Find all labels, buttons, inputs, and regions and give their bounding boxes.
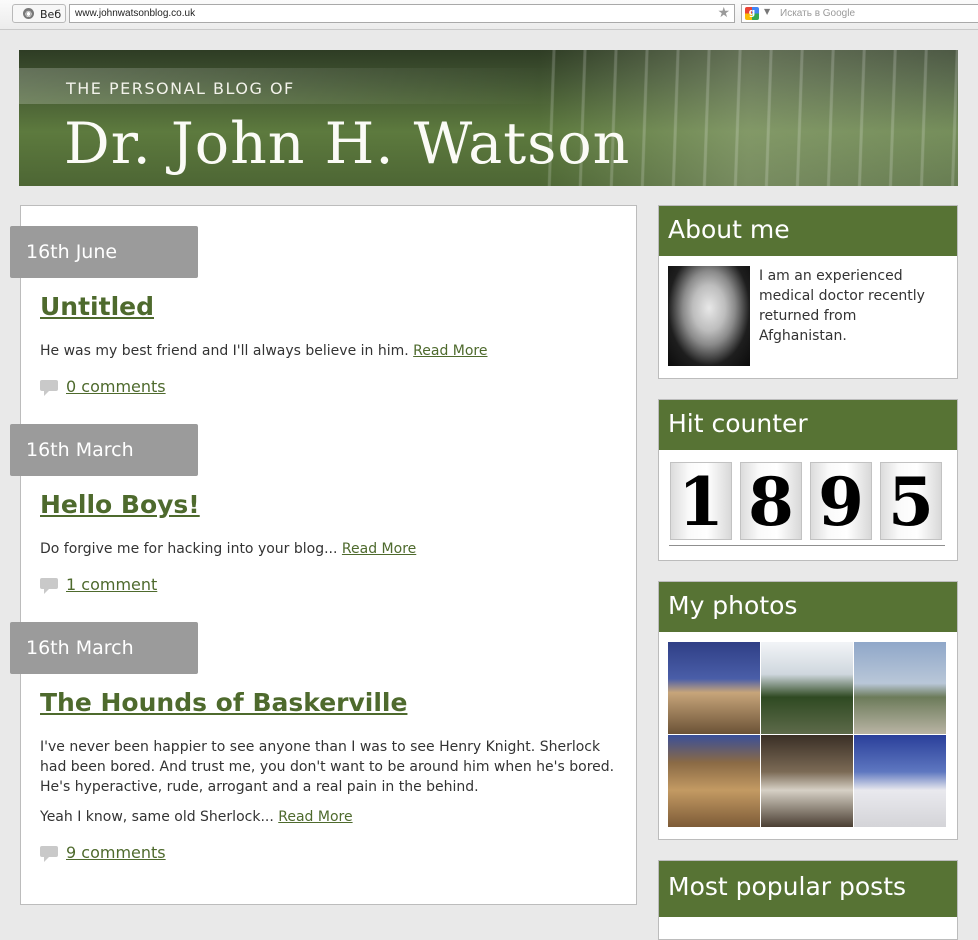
excerpt-text: He was my best friend and I'll always be… (40, 343, 409, 359)
colosseum-photo[interactable] (668, 642, 760, 734)
widget-heading: About me (659, 206, 957, 256)
widget-heading: Hit counter (659, 400, 957, 450)
post-date: 16th June (10, 226, 198, 278)
photo-grid (668, 642, 947, 828)
excerpt-text: Yeah I know, same old Sherlock... (40, 809, 274, 825)
comment-bubble-icon (40, 578, 58, 594)
bookmark-star-icon[interactable]: ★ (717, 5, 730, 22)
coast-photo[interactable] (854, 642, 946, 734)
post-excerpt: Do forgive me for hacking into your blog… (40, 539, 620, 559)
google-search-box[interactable]: g ▼ Искать в Google (741, 4, 978, 23)
counter-digit: 8 (740, 462, 802, 541)
avatar (668, 266, 750, 366)
post-title-link[interactable]: The Hounds of Baskerville (40, 688, 407, 717)
my-photos-widget: My photos (658, 581, 958, 840)
most-popular-widget: Most popular posts (658, 860, 958, 940)
comments-link[interactable]: 1 comment (66, 575, 157, 594)
about-text: I am an experienced medical doctor recen… (759, 268, 925, 344)
comment-bubble-icon (40, 846, 58, 862)
sacre-coeur-photo[interactable] (854, 735, 946, 827)
counter-digit: 1 (670, 462, 732, 541)
read-more-link[interactable]: Read More (278, 809, 352, 825)
blog-header-banner: THE PERSONAL BLOG OF Dr. John H. Watson (19, 50, 958, 186)
paris-trees-photo[interactable] (761, 642, 853, 734)
hit-counter-widget: Hit counter 1 8 9 5 (658, 399, 958, 561)
blog-title[interactable]: Dr. John H. Watson (64, 110, 630, 178)
address-bar[interactable]: www.johnwatsonblog.co.uk ★ (69, 4, 735, 23)
web-button[interactable]: ◉ Веб (12, 4, 66, 23)
search-placeholder: Искать в Google (780, 8, 856, 19)
globe-icon: ◉ (23, 8, 34, 19)
excerpt-paragraph: I've never been happier to see anyone th… (40, 739, 615, 795)
colosseum-arches-photo[interactable] (668, 735, 760, 827)
counter-digit: 9 (810, 462, 872, 541)
blog-subtitle: THE PERSONAL BLOG OF (66, 79, 295, 98)
post-excerpt: I've never been happier to see anyone th… (40, 737, 620, 827)
post-date: 16th March (10, 622, 198, 674)
post-title-link[interactable]: Untitled (40, 292, 154, 321)
read-more-link[interactable]: Read More (342, 541, 416, 557)
url-text: www.johnwatsonblog.co.uk (75, 8, 196, 19)
browser-toolbar: ◉ Веб www.johnwatsonblog.co.uk ★ g ▼ Иск… (0, 0, 978, 30)
hall-interior-photo[interactable] (761, 735, 853, 827)
comment-bubble-icon (40, 380, 58, 396)
widget-heading: Most popular posts (659, 861, 957, 917)
about-me-widget: About me I am an experienced medical doc… (658, 205, 958, 379)
post-title-link[interactable]: Hello Boys! (40, 490, 200, 519)
hit-counter: 1 8 9 5 (669, 462, 945, 546)
chevron-down-icon[interactable]: ▼ (764, 7, 770, 16)
comments-link[interactable]: 0 comments (66, 377, 166, 396)
excerpt-text: Do forgive me for hacking into your blog… (40, 541, 338, 557)
counter-digit: 5 (880, 462, 942, 541)
read-more-link[interactable]: Read More (413, 343, 487, 359)
post-excerpt: He was my best friend and I'll always be… (40, 341, 620, 361)
comments-link[interactable]: 9 comments (66, 843, 166, 862)
web-button-label: Веб (40, 8, 62, 21)
google-logo-icon[interactable]: g (745, 7, 759, 20)
post-date: 16th March (10, 424, 198, 476)
widget-heading: My photos (659, 582, 957, 632)
